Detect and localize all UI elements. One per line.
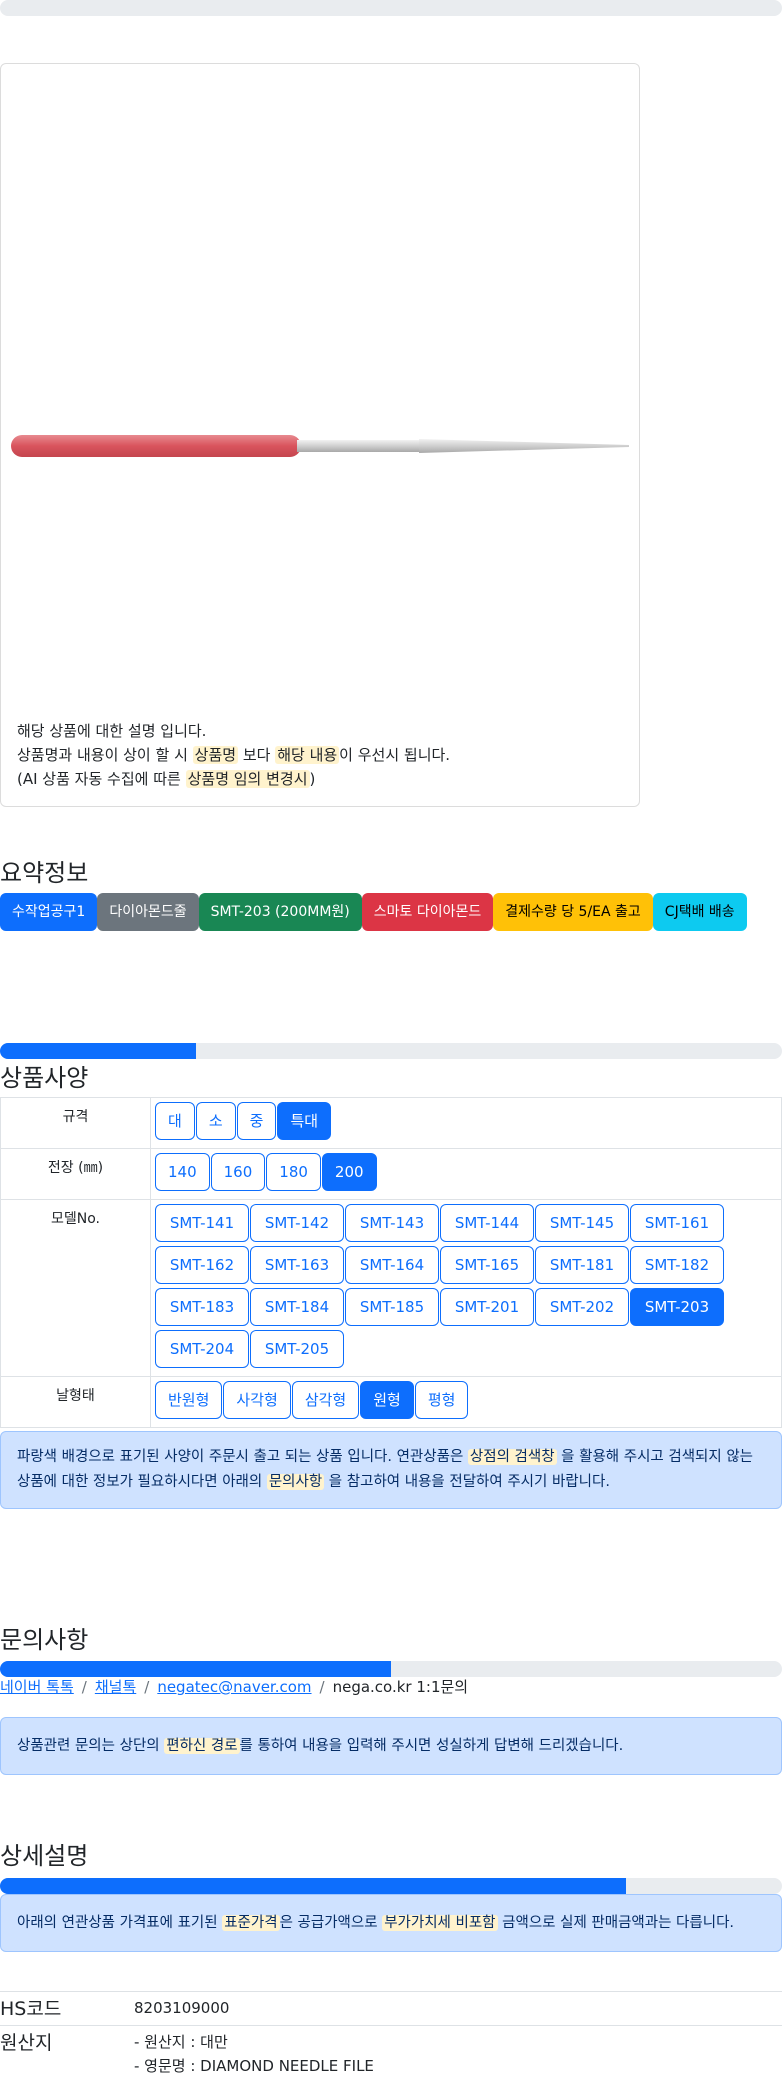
file-tip xyxy=(419,439,629,453)
description-line-1: 해당 상품에 대한 설명 입니다. xyxy=(17,722,207,740)
detail-progress-bar xyxy=(0,1878,782,1894)
spec-progress-fill xyxy=(0,1043,196,1059)
spec-option-button[interactable]: SMT-142 xyxy=(250,1204,344,1242)
spec-option-button[interactable]: 소 xyxy=(195,1102,236,1140)
spec-option-button[interactable]: SMT-183 xyxy=(155,1288,249,1326)
spec-row-label: 전장 (㎜) xyxy=(0,1148,151,1200)
spec-option-button[interactable]: 180 xyxy=(266,1153,321,1191)
inquiry-title: 문의사항 xyxy=(0,1626,89,1654)
spec-option-button[interactable]: SMT-143 xyxy=(345,1204,439,1242)
spec-row-label: 규격 xyxy=(0,1097,151,1149)
file-shank xyxy=(297,440,421,452)
spec-notice: 파랑색 배경으로 표기된 사양이 주문시 출고 되는 상품 입니다. 연관상품은… xyxy=(0,1431,782,1509)
product-description: 해당 상품에 대한 설명 입니다. 상품명과 내용이 상이 할 시 상품명 보다… xyxy=(17,719,617,791)
spec-option-button[interactable]: SMT-185 xyxy=(345,1288,439,1326)
product-image-card: 해당 상품에 대한 설명 입니다. 상품명과 내용이 상이 할 시 상품명 보다… xyxy=(0,63,640,807)
spec-option-button[interactable]: 중 xyxy=(236,1102,277,1140)
option-group: SMT-141 SMT-142 SMT-143 SMT-144 SMT-145 SMT-1… xyxy=(155,1204,781,1372)
detail-progress-fill xyxy=(0,1878,626,1894)
spec-row-options: SMT-141 SMT-142 SMT-143 SMT-144 SMT-145 SMT-1… xyxy=(150,1199,782,1377)
spec-row-options: 대 소 중 특대 xyxy=(150,1097,782,1149)
summary-title: 요약정보 xyxy=(0,859,89,887)
description-line-3: (AI 상품 자동 수집에 따른 상품명 임의 변경시) xyxy=(17,770,316,788)
highlight-content: 해당 내용 xyxy=(275,746,340,764)
origin-label: 원산지 xyxy=(0,2032,53,2054)
hs-code-row: HS코드 8203109000 xyxy=(0,1991,782,2025)
summary-badge: 스마토 다이아몬드 xyxy=(361,893,494,931)
spec-option-button[interactable]: SMT-184 xyxy=(250,1288,344,1326)
option-group: 140 160 180 200 xyxy=(155,1153,781,1195)
product-image-needle-file xyxy=(11,435,629,457)
inquiry-progress-fill xyxy=(0,1661,391,1677)
spec-option-button[interactable]: 160 xyxy=(210,1153,266,1191)
highlight-search: 상점의 검색창 xyxy=(467,1449,557,1465)
channel-talk-link[interactable]: 채널톡 xyxy=(95,1678,136,1696)
spec-option-button[interactable]: SMT-203 xyxy=(630,1288,724,1326)
spec-row-options: 140 160 180 200 xyxy=(150,1148,782,1200)
hs-code-label: HS코드 xyxy=(0,1998,62,2020)
spec-option-button[interactable]: SMT-181 xyxy=(535,1246,629,1284)
spec-option-button[interactable]: SMT-164 xyxy=(345,1246,439,1284)
spec-row: 규격 대 소 중 특대 xyxy=(0,1097,782,1149)
spec-option-button[interactable]: SMT-163 xyxy=(250,1246,344,1284)
summary-badge: CJ택배 배송 xyxy=(652,893,747,931)
inquiry-progress-bar xyxy=(0,1661,782,1677)
summary-badge: 다이아몬드줄 xyxy=(97,893,199,931)
spec-option-button[interactable]: SMT-165 xyxy=(440,1246,534,1284)
file-handle xyxy=(11,435,301,457)
spec-option-button[interactable]: 대 xyxy=(155,1102,195,1140)
spec-option-button[interactable]: SMT-144 xyxy=(440,1204,534,1242)
hs-code-value: 8203109000 xyxy=(134,1999,230,2017)
spec-option-button[interactable]: SMT-202 xyxy=(535,1288,629,1326)
highlight-vat: 부가가치세 비포함 xyxy=(382,1915,498,1931)
spec-table: 규격 대 소 중 특대 전장 (㎜) 140 160 180 200 모델No. SMT-141 SMT… xyxy=(0,1097,782,1428)
highlight-route: 편하신 경로 xyxy=(164,1738,240,1754)
spec-option-button[interactable]: SMT-204 xyxy=(155,1330,249,1368)
highlight-name-change: 상품명 임의 변경시 xyxy=(185,770,310,788)
option-group: 대 소 중 특대 xyxy=(155,1102,781,1144)
spec-option-button[interactable]: 원형 xyxy=(360,1381,414,1419)
spec-progress-bar xyxy=(0,1043,782,1059)
site-inquiry-text: nega.co.kr 1:1문의 xyxy=(332,1678,469,1696)
detail-notice: 아래의 연관상품 가격표에 표기된 표준가격 은 공급가액으로 부가가치세 비포함… xyxy=(0,1894,782,1952)
detail-title: 상세설명 xyxy=(0,1842,89,1870)
highlight-standard-price: 표준가격 xyxy=(222,1915,280,1931)
inquiry-notice: 상품관련 문의는 상단의 편하신 경로 를 통하여 내용을 입력해 주시면 성실하… xyxy=(0,1717,782,1775)
spec-row-options: 반원형 사각형 삼각형 원형 평형 xyxy=(150,1376,782,1428)
spec-row: 날형태 반원형 사각형 삼각형 원형 평형 xyxy=(0,1376,782,1428)
spec-option-button[interactable]: SMT-201 xyxy=(440,1288,534,1326)
origin-row: 원산지 - 원산지 : 대만 - 영문명 : DIAMOND NEEDLE FI… xyxy=(0,2025,782,2074)
spec-option-button[interactable]: SMT-145 xyxy=(535,1204,629,1242)
spec-option-button[interactable]: 삼각형 xyxy=(291,1381,360,1419)
spec-option-button[interactable]: 200 xyxy=(321,1153,377,1191)
spec-title: 상품사양 xyxy=(0,1064,89,1092)
inquiry-links: 네이버 톡톡 / 채널톡 / negatec@naver.com / nega.co.kr … xyxy=(0,1678,469,1696)
spec-option-button[interactable]: 사각형 xyxy=(223,1381,291,1419)
spec-row-label: 모델No. xyxy=(0,1199,151,1377)
spec-option-button[interactable]: 특대 xyxy=(277,1102,332,1140)
top-progress-track xyxy=(0,0,782,16)
summary-badge: 결제수량 당 5/EA 출고 xyxy=(493,893,653,931)
origin-value: - 원산지 : 대만 - 영문명 : DIAMOND NEEDLE FILE xyxy=(134,2033,374,2074)
spec-row: 모델No. SMT-141 SMT-142 SMT-143 SMT-144 SMT-145… xyxy=(0,1199,782,1377)
spec-option-button[interactable]: SMT-162 xyxy=(155,1246,249,1284)
spec-option-button[interactable]: SMT-205 xyxy=(250,1330,344,1368)
spec-row-label: 날형태 xyxy=(0,1376,151,1428)
spec-option-button[interactable]: SMT-141 xyxy=(155,1204,249,1242)
spec-option-button[interactable]: 평형 xyxy=(414,1381,469,1419)
email-link[interactable]: negatec@naver.com xyxy=(157,1678,311,1696)
summary-badge: 수작업공구1 xyxy=(0,893,98,931)
description-line-2: 상품명과 내용이 상이 할 시 상품명 보다 해당 내용 이 우선시 됩니다. xyxy=(17,746,451,764)
spec-option-button[interactable]: 140 xyxy=(155,1153,210,1191)
highlight-inquiry: 문의사항 xyxy=(266,1474,325,1490)
spec-option-button[interactable]: SMT-182 xyxy=(630,1246,724,1284)
spec-option-button[interactable]: 반원형 xyxy=(155,1381,223,1419)
spec-row: 전장 (㎜) 140 160 180 200 xyxy=(0,1148,782,1200)
spec-option-button[interactable]: SMT-161 xyxy=(630,1204,724,1242)
summary-badges: 수작업공구1 다이아몬드줄 SMT-203 (200MM원) 스마토 다이아몬드 결제수… xyxy=(0,893,782,932)
highlight-product-name: 상품명 xyxy=(192,746,239,764)
naver-talk-link[interactable]: 네이버 톡톡 xyxy=(0,1678,74,1696)
option-group: 반원형 사각형 삼각형 원형 평형 xyxy=(155,1381,781,1423)
summary-badge: SMT-203 (200MM원) xyxy=(198,893,362,931)
